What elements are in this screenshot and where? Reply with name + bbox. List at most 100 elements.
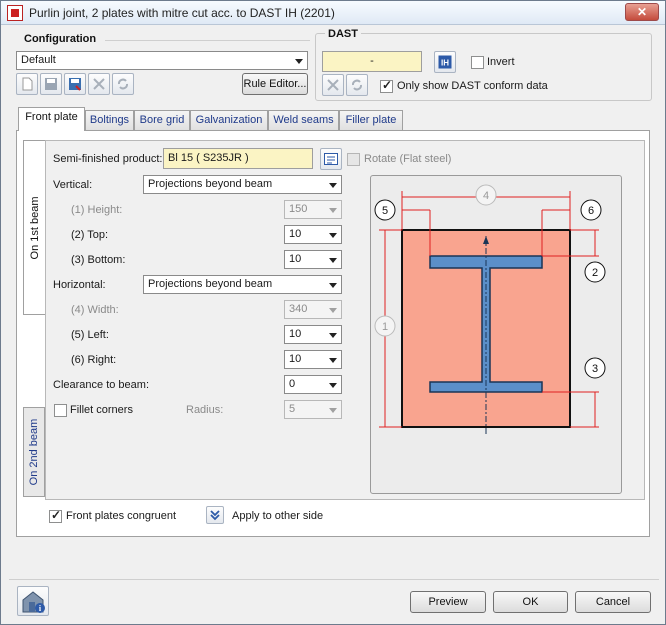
chevron-down-icon xyxy=(329,208,337,213)
clearance-label: Clearance to beam: xyxy=(53,379,149,391)
right-label: (6) Right: xyxy=(71,354,117,366)
ok-button[interactable]: OK xyxy=(493,591,568,613)
bottom-value: 10 xyxy=(289,253,302,265)
right-value: 10 xyxy=(289,353,302,365)
rule-editor-button[interactable]: Rule Editor... xyxy=(242,73,308,95)
dast-refresh-button[interactable] xyxy=(346,74,368,96)
chevron-down-icon xyxy=(329,183,337,188)
width-select[interactable]: 340 xyxy=(284,300,342,319)
tab-filler-plate[interactable]: Filler plate xyxy=(339,110,403,130)
delete-icon xyxy=(327,79,339,91)
save-as-config-button[interactable] xyxy=(64,73,86,95)
tab-bore-grid[interactable]: Bore grid xyxy=(134,110,190,130)
tab-weld-seams[interactable]: Weld seams xyxy=(268,110,339,130)
tab-on-2nd-beam-label: On 2nd beam xyxy=(28,418,40,486)
bottom-select[interactable]: 10 xyxy=(284,250,342,269)
right-select[interactable]: 10 xyxy=(284,350,342,369)
apply-to-other-side-label: Apply to other side xyxy=(232,510,324,522)
front-plates-congruent-label: Front plates congruent xyxy=(66,510,177,522)
vertical-selected: Projections beyond beam xyxy=(148,178,273,190)
tab-on-2nd-beam[interactable]: On 2nd beam xyxy=(23,407,45,497)
height-value: 150 xyxy=(289,203,308,215)
horizontal-selected: Projections beyond beam xyxy=(148,278,273,290)
label-1: 1 xyxy=(382,321,388,333)
dast-browse-button[interactable]: IH xyxy=(434,51,456,73)
fillet-corners-checkbox[interactable] xyxy=(54,404,67,417)
svg-text:IH: IH xyxy=(441,59,449,68)
front-plate-diagram: 1 2 3 4 5 6 xyxy=(370,175,622,494)
dast-value-field[interactable]: - xyxy=(322,51,422,72)
width-label: (4) Width: xyxy=(71,304,119,316)
chevron-down-icon xyxy=(329,233,337,238)
apply-to-other-side-button[interactable] xyxy=(206,506,224,524)
info-button[interactable]: i xyxy=(17,586,49,616)
footer-divider xyxy=(9,579,659,580)
width-value: 340 xyxy=(289,303,308,315)
chevron-down-icon xyxy=(295,59,303,64)
refresh-config-button[interactable] xyxy=(112,73,134,95)
page-icon xyxy=(22,77,33,91)
dialog-window: Purlin joint, 2 plates with mitre cut ac… xyxy=(0,0,666,625)
chevron-down-icon xyxy=(329,333,337,338)
configuration-selected: Default xyxy=(21,54,56,66)
chevron-down-icon xyxy=(329,383,337,388)
radius-value: 5 xyxy=(289,403,296,415)
height-select[interactable]: 150 xyxy=(284,200,342,219)
chevron-down-icon xyxy=(329,408,337,413)
rotate-checkbox[interactable] xyxy=(347,153,360,166)
top-label: (2) Top: xyxy=(71,229,109,241)
dast-delete-button[interactable] xyxy=(322,74,344,96)
chevron-down-icon xyxy=(329,283,337,288)
configuration-divider xyxy=(105,40,310,41)
window-title: Purlin joint, 2 plates with mitre cut ac… xyxy=(29,6,335,20)
configuration-header: Configuration xyxy=(21,33,100,45)
refresh-icon xyxy=(352,79,362,91)
preview-button[interactable]: Preview xyxy=(410,591,486,613)
save-config-button[interactable] xyxy=(40,73,62,95)
only-show-dast-checkbox[interactable] xyxy=(380,78,393,93)
radius-label: Radius: xyxy=(186,404,224,416)
tab-boltings[interactable]: Boltings xyxy=(85,110,134,130)
new-config-button[interactable] xyxy=(16,73,38,95)
tab-on-1st-beam[interactable]: On 1st beam xyxy=(23,140,45,315)
semi-finished-label: Semi-finished product: xyxy=(53,153,163,165)
vertical-select[interactable]: Projections beyond beam xyxy=(143,175,342,194)
left-value: 10 xyxy=(289,328,302,340)
app-icon xyxy=(7,5,23,21)
chevron-down-icon xyxy=(329,308,337,313)
front-plates-congruent-checkbox[interactable] xyxy=(49,508,62,523)
delete-config-button[interactable] xyxy=(88,73,110,95)
rotate-label: Rotate (Flat steel) xyxy=(364,153,452,165)
left-select[interactable]: 10 xyxy=(284,325,342,344)
left-label: (5) Left: xyxy=(71,329,109,341)
dast-header: DAST xyxy=(325,28,361,40)
title-bar: Purlin joint, 2 plates with mitre cut ac… xyxy=(1,1,665,25)
tab-front-plate[interactable]: Front plate xyxy=(18,107,85,131)
chevron-down-icon xyxy=(329,358,337,363)
invert-label: Invert xyxy=(487,56,515,68)
top-value: 10 xyxy=(289,228,302,240)
horizontal-label: Horizontal: xyxy=(53,279,106,291)
save-icon xyxy=(45,78,57,90)
semi-finished-field[interactable]: Bl 15 ( S235JR ) xyxy=(163,148,313,169)
catalog-icon xyxy=(324,153,338,165)
clearance-select[interactable]: 0 xyxy=(284,375,342,394)
building-info-icon: i xyxy=(22,591,45,613)
clearance-value: 0 xyxy=(289,378,296,390)
vertical-label: Vertical: xyxy=(53,179,93,191)
cancel-button[interactable]: Cancel xyxy=(575,591,651,613)
horizontal-select[interactable]: Projections beyond beam xyxy=(143,275,342,294)
save-as-icon xyxy=(69,78,81,91)
label-6: 6 xyxy=(588,205,594,217)
tab-on-1st-beam-label: On 1st beam xyxy=(28,196,41,259)
fillet-corners-label: Fillet corners xyxy=(70,404,133,416)
configuration-select[interactable]: Default xyxy=(16,51,308,70)
top-select[interactable]: 10 xyxy=(284,225,342,244)
close-button[interactable]: ✕ xyxy=(625,3,659,21)
label-2: 2 xyxy=(592,267,598,279)
chevron-down-icon xyxy=(329,258,337,263)
invert-checkbox[interactable] xyxy=(471,56,484,69)
tab-galvanization[interactable]: Galvanization xyxy=(190,110,268,130)
semi-finished-catalog-button[interactable] xyxy=(320,148,342,170)
radius-select[interactable]: 5 xyxy=(284,400,342,419)
